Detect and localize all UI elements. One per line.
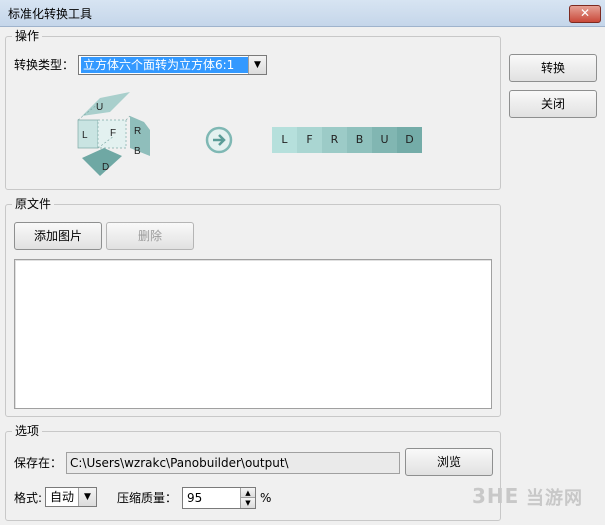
quality-unit: % [260, 491, 272, 505]
watermark-brand: 当游网 [526, 488, 583, 509]
strip-face-cell: L [272, 127, 297, 153]
spin-up-icon[interactable]: ▲ [240, 488, 255, 498]
source-file-list[interactable] [14, 259, 492, 409]
chevron-down-icon: ▼ [78, 488, 96, 506]
arrow-right-circle-icon [205, 126, 233, 154]
quality-stepper[interactable]: 95 ▲ ▼ [182, 487, 256, 509]
title-bar: 标准化转换工具 ✕ [0, 0, 605, 27]
window-close-button[interactable]: ✕ [569, 5, 601, 23]
window-title: 标准化转换工具 [8, 7, 93, 21]
cube-label-right: R [134, 126, 141, 137]
strip-face-cell: U [372, 127, 397, 153]
close-icon: ✕ [579, 6, 591, 20]
quality-label: 压缩质量： [117, 491, 178, 505]
operation-group-title: 操作 [12, 29, 43, 43]
cube-label-down: D [102, 162, 109, 173]
cube-label-front: F [110, 128, 116, 139]
cube-face-up [82, 92, 130, 116]
browse-button[interactable]: 浏览 [405, 448, 493, 476]
source-files-group-title: 原文件 [12, 197, 55, 211]
watermark-text: 3HE [472, 484, 520, 508]
format-select[interactable]: 自动 ▼ [45, 487, 97, 507]
conversion-type-label: 转换类型： [14, 58, 75, 72]
conversion-type-value: 立方体六个面转为立方体6:1 [81, 57, 248, 73]
cube-label-left: L [82, 130, 88, 141]
strip-face-cell: B [347, 127, 372, 153]
strip-face-cell: R [322, 127, 347, 153]
cube-faces-illustration: U L F R B D [77, 92, 150, 176]
cube-label-back: B [134, 146, 141, 157]
add-image-button[interactable]: 添加图片 [14, 222, 102, 250]
chevron-down-icon: ▼ [248, 56, 266, 74]
options-group-title: 选项 [12, 424, 43, 438]
delete-button[interactable]: 删除 [106, 222, 194, 250]
convert-button[interactable]: 转换 [509, 54, 597, 82]
strip-face-cell: D [397, 127, 422, 153]
cube-label-up: U [96, 102, 103, 113]
save-location-label: 保存在： [14, 456, 63, 470]
format-value: 自动 [50, 490, 75, 504]
cube-strip-6-1: L F R B U D [272, 127, 422, 153]
quality-value: 95 [187, 491, 203, 505]
strip-face-cell: F [297, 127, 322, 153]
close-button[interactable]: 关闭 [509, 90, 597, 118]
conversion-type-select[interactable]: 立方体六个面转为立方体6:1 ▼ [78, 55, 267, 75]
format-label: 格式: [14, 491, 43, 505]
spin-down-icon[interactable]: ▼ [240, 498, 255, 508]
cube-face-left [77, 119, 99, 149]
save-path-field[interactable]: C:\Users\wzrakc\Panobuilder\output\ [66, 452, 400, 474]
